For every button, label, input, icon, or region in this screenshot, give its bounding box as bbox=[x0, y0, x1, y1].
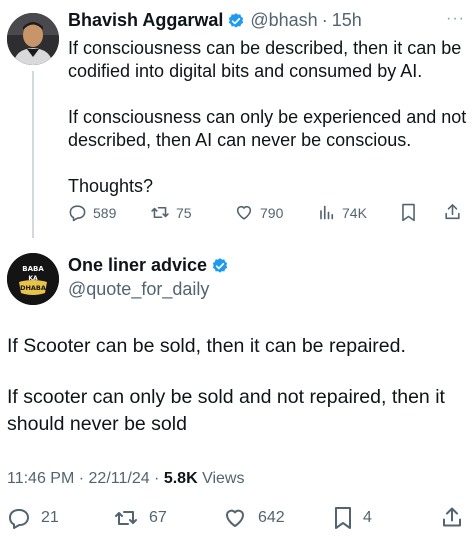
tweet-line: Thoughts? bbox=[68, 176, 154, 196]
heart-icon bbox=[236, 205, 252, 220]
bookmark-icon bbox=[402, 203, 415, 222]
repost-button[interactable]: 67 bbox=[113, 506, 167, 530]
share-button[interactable] bbox=[443, 202, 462, 222]
reply-button[interactable]: 589 bbox=[68, 203, 116, 222]
share-icon bbox=[443, 507, 461, 527]
view-count: 74K bbox=[342, 204, 367, 221]
like-count: 790 bbox=[260, 204, 284, 221]
tweet-time[interactable]: 15h bbox=[332, 10, 362, 31]
repost-icon bbox=[151, 206, 169, 219]
tweet-line: If Scooter can be sold, then it can be r… bbox=[7, 335, 406, 357]
reply-button[interactable]: 21 bbox=[7, 506, 59, 530]
verified-badge-icon bbox=[212, 257, 228, 273]
reply-icon bbox=[69, 205, 86, 222]
author-avatar[interactable]: BABA KA DHABA bbox=[7, 253, 59, 305]
share-button[interactable] bbox=[440, 505, 464, 530]
bookmark-button[interactable] bbox=[400, 203, 417, 222]
avatar-photo bbox=[7, 13, 59, 65]
tweet-timestamp-views: 11:46 PM · 22/11/24 · 5.8K Views bbox=[7, 470, 244, 488]
bookmark-count: 4 bbox=[363, 509, 372, 526]
share-icon bbox=[445, 204, 460, 220]
avatar-logo: BABA KA DHABA bbox=[7, 253, 59, 305]
views-count: 5.8K bbox=[163, 470, 198, 487]
thread-connector-line bbox=[32, 71, 34, 238]
views-button[interactable]: 74K bbox=[318, 203, 367, 222]
views-bar-chart-icon bbox=[320, 205, 334, 220]
reply-icon bbox=[9, 509, 29, 529]
tweet2-text: If Scooter can be sold, then it can be r… bbox=[7, 333, 471, 438]
tweet-line: described, then AI can never be consciou… bbox=[68, 130, 412, 150]
more-options-icon[interactable]: ··· bbox=[446, 10, 465, 28]
timestamp[interactable]: 11:46 PM · 22/11/24 · bbox=[7, 470, 164, 487]
like-button[interactable]: 790 bbox=[234, 203, 283, 222]
dot-separator: · bbox=[321, 10, 328, 30]
author-handle[interactable]: @bhash bbox=[250, 10, 317, 31]
tweet-line: If consciousness can only be experienced… bbox=[68, 107, 467, 127]
author-name[interactable]: One liner advice bbox=[68, 255, 207, 276]
repost-count: 75 bbox=[176, 204, 192, 221]
svg-text:BABA: BABA bbox=[22, 265, 44, 273]
verified-badge-icon bbox=[229, 12, 244, 28]
views-label: Views bbox=[197, 470, 245, 487]
bookmark-button[interactable]: 4 bbox=[333, 506, 372, 530]
tweet1-text: If consciousness can be described, then … bbox=[68, 37, 468, 198]
svg-text:DHABA: DHABA bbox=[20, 284, 46, 292]
repost-icon bbox=[115, 511, 137, 525]
tweet-line: If consciousness can be described, then … bbox=[68, 38, 462, 58]
bookmark-icon bbox=[335, 507, 351, 529]
reply-count: 589 bbox=[93, 204, 117, 221]
repost-count: 67 bbox=[149, 509, 167, 526]
like-count: 642 bbox=[258, 509, 285, 526]
tweet-line: If scooter can only be sold and not repa… bbox=[7, 386, 445, 408]
tweet-line: codified into digital bits and consumed … bbox=[68, 61, 423, 81]
author-handle[interactable]: @quote_for_daily bbox=[68, 279, 209, 300]
tweet2-header: One liner advice bbox=[68, 255, 229, 276]
author-avatar[interactable] bbox=[7, 13, 59, 65]
repost-button[interactable]: 75 bbox=[150, 203, 192, 222]
reply-count: 21 bbox=[41, 509, 59, 526]
tweet-line: should never be sold bbox=[7, 413, 187, 435]
author-name[interactable]: Bhavish Aggarwal bbox=[68, 10, 223, 31]
like-button[interactable]: 642 bbox=[222, 506, 285, 530]
tweet1-header: Bhavish Aggarwal @bhash · 15h bbox=[68, 10, 362, 31]
heart-icon bbox=[226, 509, 244, 527]
